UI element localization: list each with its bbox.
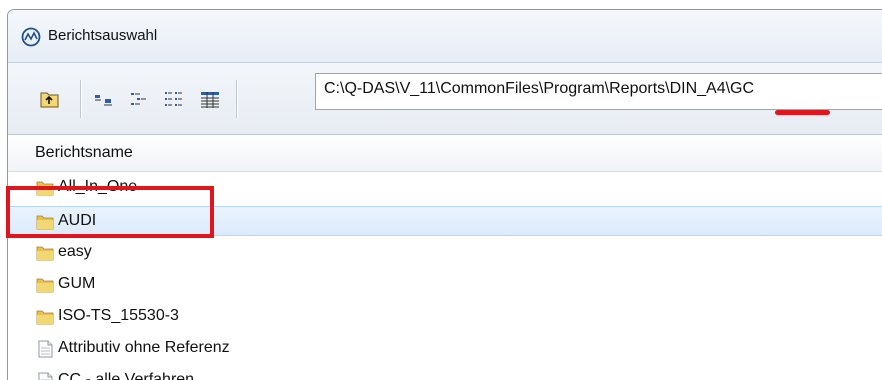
folder-icon [36, 246, 54, 261]
list-item-label: GUM [58, 275, 96, 292]
folder-up-button[interactable] [38, 87, 62, 111]
document-icon [38, 340, 53, 358]
list-item[interactable]: ISO-TS_15530-3 [8, 302, 882, 332]
list-item[interactable]: CC - alle Verfahren [8, 366, 882, 380]
document-icon [38, 372, 53, 380]
path-annotation-underline [775, 110, 830, 115]
qdas-logo-icon [21, 27, 41, 47]
list-item[interactable]: easy [8, 238, 882, 268]
list-item-label: ISO-TS_15530-3 [58, 307, 179, 324]
title-bar[interactable]: Berichtsauswahl [8, 10, 882, 63]
list-item-label: CC - alle Verfahren [58, 371, 195, 380]
list-item[interactable]: GUM [8, 270, 882, 300]
list-item-label: Attributiv ohne Referenz [58, 339, 230, 356]
report-path-field[interactable]: C:\Q-DAS\V_11\CommonFiles\Program\Report… [315, 73, 882, 110]
folder-icon [36, 278, 54, 293]
toolbar-separator [80, 80, 82, 118]
toolbar-separator [236, 80, 238, 118]
folder-icon [36, 310, 54, 325]
list-view-icon [165, 92, 182, 106]
small-icons-view-button[interactable] [127, 87, 151, 111]
report-list: Berichtsname All_In_One AUDI easy GUM IS… [8, 135, 882, 380]
toolbar: C:\Q-DAS\V_11\CommonFiles\Program\Report… [8, 63, 882, 135]
list-item[interactable]: Attributiv ohne Referenz [8, 334, 882, 364]
folder-up-icon [40, 92, 59, 108]
list-view-button[interactable] [162, 87, 186, 111]
list-item-label: easy [58, 243, 92, 260]
small-icons-view-icon [131, 93, 146, 105]
large-icons-view-button[interactable] [92, 87, 116, 111]
details-view-button[interactable] [198, 87, 222, 111]
details-view-icon [201, 92, 219, 108]
selection-annotation-box [6, 186, 214, 238]
large-icons-view-icon [95, 95, 112, 106]
window-title: Berichtsauswahl [48, 27, 158, 44]
column-header-report-name[interactable]: Berichtsname [8, 135, 882, 172]
